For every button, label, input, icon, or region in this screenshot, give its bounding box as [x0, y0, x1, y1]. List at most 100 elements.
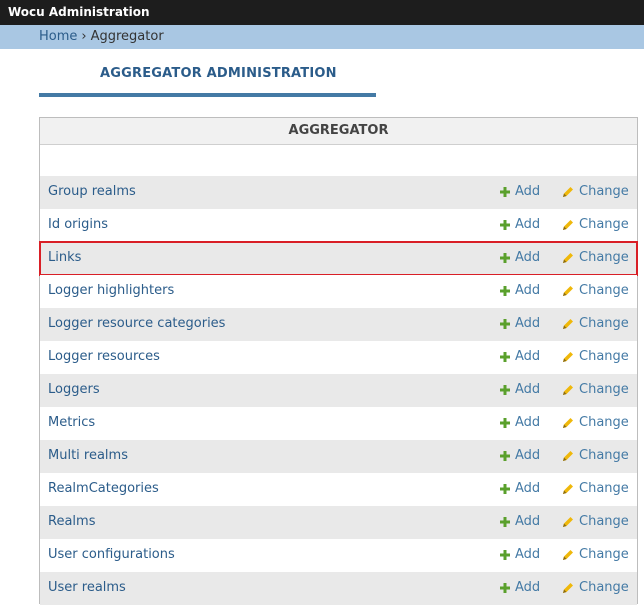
change-link[interactable]: Change [563, 448, 629, 463]
change-label: Change [579, 349, 629, 364]
add-link[interactable]: Add [500, 217, 540, 232]
plus-icon [500, 384, 510, 395]
model-link[interactable]: RealmCategories [48, 481, 159, 496]
model-link[interactable]: Logger resource categories [48, 316, 225, 331]
model-row: Multi realms Add Change [40, 440, 637, 473]
pencil-icon [563, 517, 573, 527]
model-link[interactable]: Realms [48, 514, 95, 529]
model-link[interactable]: User configurations [48, 547, 175, 562]
plus-icon [500, 549, 510, 560]
add-link[interactable]: Add [500, 382, 540, 397]
model-row: Logger resource categories Add Change [40, 308, 637, 341]
change-link[interactable]: Change [563, 580, 629, 595]
add-label: Add [515, 514, 541, 529]
add-label: Add [515, 217, 541, 232]
pencil-icon [563, 352, 573, 362]
model-row: Logger resources Add Change [40, 341, 637, 374]
add-link[interactable]: Add [500, 547, 540, 562]
change-label: Change [579, 316, 629, 331]
change-link[interactable]: Change [563, 316, 629, 331]
model-row: User configurations Add Change [40, 539, 637, 572]
change-link[interactable]: Change [563, 382, 629, 397]
aggregator-module: AGGREGATOR Group realms Add Change Id origi… [39, 117, 638, 605]
add-link[interactable]: Add [500, 283, 540, 298]
change-link[interactable]: Change [563, 481, 629, 496]
change-link[interactable]: Change [563, 217, 629, 232]
change-link[interactable]: Change [563, 250, 629, 265]
add-label: Add [515, 382, 541, 397]
pencil-icon [563, 550, 573, 560]
change-label: Change [579, 481, 629, 496]
plus-icon [500, 417, 510, 428]
pencil-icon [563, 253, 573, 263]
pencil-icon [563, 385, 573, 395]
model-row: Links Add Change [39, 241, 638, 276]
change-link[interactable]: Change [563, 283, 629, 298]
plus-icon [500, 351, 510, 362]
change-link[interactable]: Change [563, 184, 629, 199]
add-link[interactable]: Add [500, 349, 540, 364]
pencil-icon [563, 484, 573, 494]
pencil-icon [563, 451, 573, 461]
app-title[interactable]: Wocu Administration [8, 5, 150, 19]
add-link[interactable]: Add [500, 184, 540, 199]
plus-icon [500, 186, 510, 197]
pencil-icon [563, 187, 573, 197]
model-link[interactable]: Logger highlighters [48, 283, 174, 298]
plus-icon [500, 285, 510, 296]
breadcrumb: Home › Aggregator [0, 25, 644, 49]
add-link[interactable]: Add [500, 514, 540, 529]
add-label: Add [515, 184, 541, 199]
change-label: Change [579, 217, 629, 232]
model-row: Metrics Add Change [40, 407, 637, 440]
add-link[interactable]: Add [500, 415, 540, 430]
plus-icon [500, 582, 510, 593]
change-link[interactable]: Change [563, 415, 629, 430]
add-link[interactable]: Add [500, 448, 540, 463]
plus-icon [500, 219, 510, 230]
change-link[interactable]: Change [563, 349, 629, 364]
add-link[interactable]: Add [500, 316, 540, 331]
change-link[interactable]: Change [563, 514, 629, 529]
change-label: Change [579, 250, 629, 265]
model-list: Group realms Add Change Id origins Add Change… [39, 176, 638, 605]
pencil-icon [563, 418, 573, 428]
add-label: Add [515, 481, 541, 496]
pencil-icon [563, 583, 573, 593]
pencil-icon [563, 220, 573, 230]
change-link[interactable]: Change [563, 547, 629, 562]
model-link[interactable]: Links [48, 250, 81, 265]
add-label: Add [515, 415, 541, 430]
plus-icon [500, 450, 510, 461]
change-label: Change [579, 283, 629, 298]
add-label: Add [515, 250, 541, 265]
model-link[interactable]: Multi realms [48, 448, 128, 463]
model-link[interactable]: Id origins [48, 217, 108, 232]
add-label: Add [515, 316, 541, 331]
model-link[interactable]: Logger resources [48, 349, 160, 364]
model-row: Id origins Add Change [40, 209, 637, 242]
model-link[interactable]: User realms [48, 580, 126, 595]
model-row: Loggers Add Change [40, 374, 637, 407]
breadcrumb-home-link[interactable]: Home [39, 29, 77, 44]
model-row: Logger highlighters Add Change [40, 275, 637, 308]
add-link[interactable]: Add [500, 250, 540, 265]
model-link[interactable]: Group realms [48, 184, 136, 199]
module-caption[interactable]: AGGREGATOR [40, 118, 637, 145]
add-label: Add [515, 448, 541, 463]
add-label: Add [515, 547, 541, 562]
model-link[interactable]: Metrics [48, 415, 95, 430]
change-label: Change [579, 514, 629, 529]
add-link[interactable]: Add [500, 481, 540, 496]
change-label: Change [579, 415, 629, 430]
page-title: AGGREGATOR ADMINISTRATION [100, 66, 337, 81]
add-link[interactable]: Add [500, 580, 540, 595]
change-label: Change [579, 382, 629, 397]
model-link[interactable]: Loggers [48, 382, 100, 397]
breadcrumb-separator: › [81, 29, 87, 44]
model-row: User realms Add Change [40, 572, 637, 605]
plus-icon [500, 252, 510, 263]
plus-icon [500, 516, 510, 527]
plus-icon [500, 483, 510, 494]
change-label: Change [579, 448, 629, 463]
